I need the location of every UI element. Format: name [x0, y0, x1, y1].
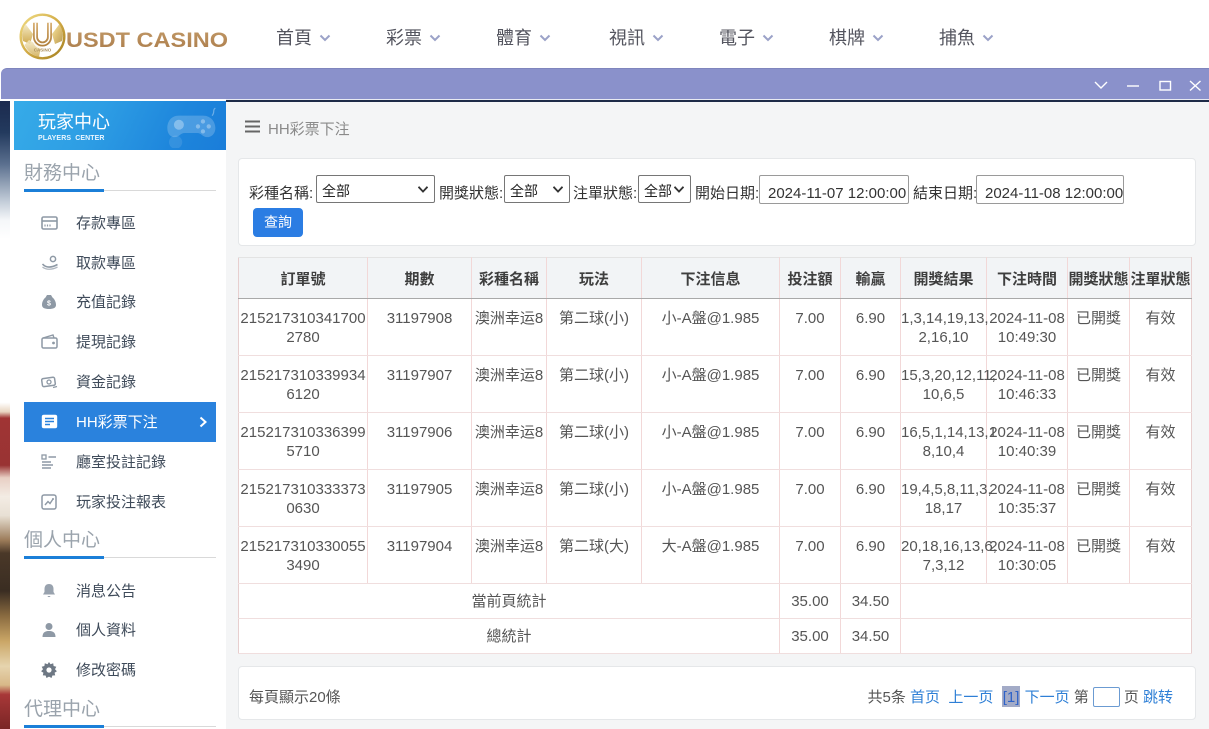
svg-text:CASINO: CASINO: [34, 48, 52, 53]
svg-text:$: $: [47, 299, 51, 309]
